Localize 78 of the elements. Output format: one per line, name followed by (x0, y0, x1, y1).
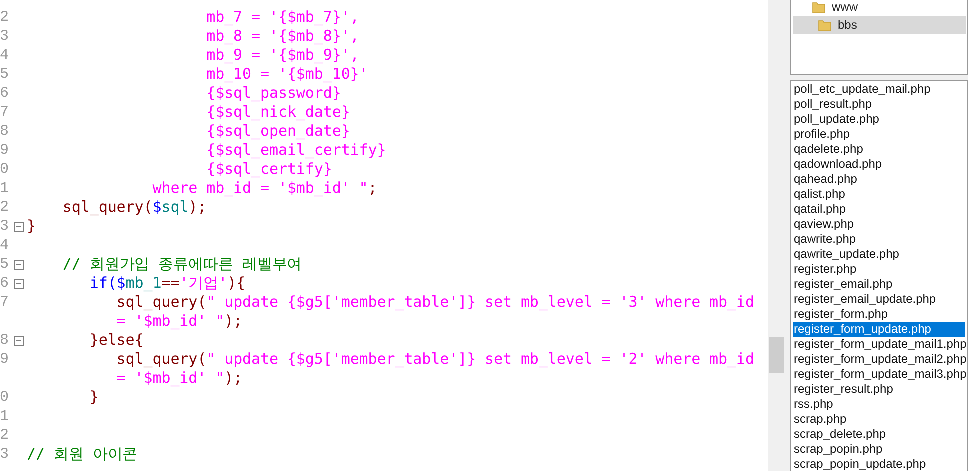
code-line: }else{ (88, 331, 144, 350)
code-line: where mb_id = '$mb_id' "; (152, 179, 378, 198)
file-list-item[interactable]: scrap_popin_update.php (793, 457, 965, 471)
file-list-item[interactable]: poll_result.php (793, 97, 965, 112)
file-list-item[interactable]: qahead.php (793, 172, 965, 187)
code-line: mb_7 = '{$mb_7}', (206, 8, 360, 27)
file-list-item[interactable]: qawrite_update.php (793, 247, 965, 262)
file-list-item[interactable]: qadownload.php (793, 157, 965, 172)
line-number: 0 (0, 389, 10, 406)
code-line: mb_10 = '{$mb_10}' (206, 65, 368, 84)
folder-icon (812, 0, 826, 14)
file-list-item[interactable]: scrap.php (793, 412, 965, 427)
fold-icon[interactable] (14, 336, 24, 346)
file-list-item[interactable]: register_form_update.php (793, 322, 965, 337)
code-line: mb_9 = '{$mb_9}', (206, 46, 360, 65)
file-list-item[interactable]: register_form.php (793, 307, 965, 322)
code-line: {$sql_nick_date} (206, 103, 350, 122)
file-list-item[interactable]: register_form_update_mail1.php (793, 337, 965, 352)
line-number: 9 (0, 351, 10, 368)
line-number: 3 (0, 28, 10, 45)
line-number: 2 (0, 9, 10, 26)
line-number: 5 (0, 256, 10, 273)
folder-tree-item[interactable]: www (793, 0, 966, 16)
line-number: 4 (0, 237, 10, 254)
code-line: sql_query(" update {$g5['member_table']} set mb_level = '3' where mb_id (116, 293, 754, 312)
fold-icon[interactable] (14, 278, 24, 288)
line-number: 3 (0, 446, 10, 463)
line-number: 5 (0, 66, 10, 83)
folder-icon (818, 18, 832, 32)
file-list-item[interactable]: register_email_update.php (793, 292, 965, 307)
line-number: 3 (0, 218, 10, 235)
line-number: 7 (0, 104, 10, 121)
file-list-item[interactable]: profile.php (793, 127, 965, 142)
file-list-item[interactable]: register.php (793, 262, 965, 277)
file-list-item[interactable]: register_form_update_mail2.php (793, 352, 965, 367)
line-number: 7 (0, 294, 10, 311)
code-line: if($mb_1=='기업'){ (88, 274, 246, 293)
code-line: mb_8 = '{$mb_8}', (206, 27, 360, 46)
line-number: 1 (0, 180, 10, 197)
file-list-item[interactable]: poll_etc_update_mail.php (793, 82, 965, 97)
code-line: } (27, 217, 36, 236)
fold-icon[interactable] (14, 222, 24, 232)
fold-icon[interactable] (14, 260, 24, 270)
file-list-item[interactable]: qalist.php (793, 187, 965, 202)
file-list-item[interactable]: qaview.php (793, 217, 965, 232)
file-list-item[interactable]: rss.php (793, 397, 965, 412)
code-line: = '$mb_id' "); (116, 312, 243, 331)
file-list-item[interactable]: scrap_popin.php (793, 442, 965, 457)
code-line: } (88, 388, 99, 407)
folder-tree-item[interactable]: bbs (793, 16, 966, 34)
code-line: = '$mb_id' "); (116, 369, 243, 388)
scrollbar-thumb[interactable] (769, 337, 784, 373)
code-line: {$sql_certify} (206, 160, 332, 179)
line-number: 8 (0, 332, 10, 349)
code-line: {$sql_open_date} (206, 122, 350, 141)
file-list-item[interactable]: qatail.php (793, 202, 965, 217)
file-list-item[interactable]: register_form_update_mail3.php (793, 367, 965, 382)
file-list-item[interactable]: register_email.php (793, 277, 965, 292)
line-number: 2 (0, 199, 10, 216)
line-number: 1 (0, 408, 10, 425)
line-number: 6 (0, 85, 10, 102)
file-list-item[interactable]: register_result.php (793, 382, 965, 397)
file-list-item[interactable]: scrap_delete.php (793, 427, 965, 442)
line-number: 0 (0, 161, 10, 178)
line-number: 6 (0, 275, 10, 292)
code-line: // 회원 아이콘 (27, 445, 138, 464)
code-line: sql_query(" update {$g5['member_table']} set mb_level = '2' where mb_id (116, 350, 754, 369)
file-list-item[interactable]: qadelete.php (793, 142, 965, 157)
line-number: 2 (0, 427, 10, 444)
code-line: sql_query($sql); (62, 198, 207, 217)
line-number: 8 (0, 123, 10, 140)
line-number: 9 (0, 142, 10, 159)
file-list-item[interactable]: poll_update.php (793, 112, 965, 127)
line-number: 4 (0, 47, 10, 64)
code-line: {$sql_password} (206, 84, 342, 103)
file-list-item[interactable]: qawrite.php (793, 232, 965, 247)
code-line: {$sql_email_certify} (206, 141, 386, 160)
code-line: // 회원가입 종류에따른 레벨부여 (62, 255, 302, 274)
